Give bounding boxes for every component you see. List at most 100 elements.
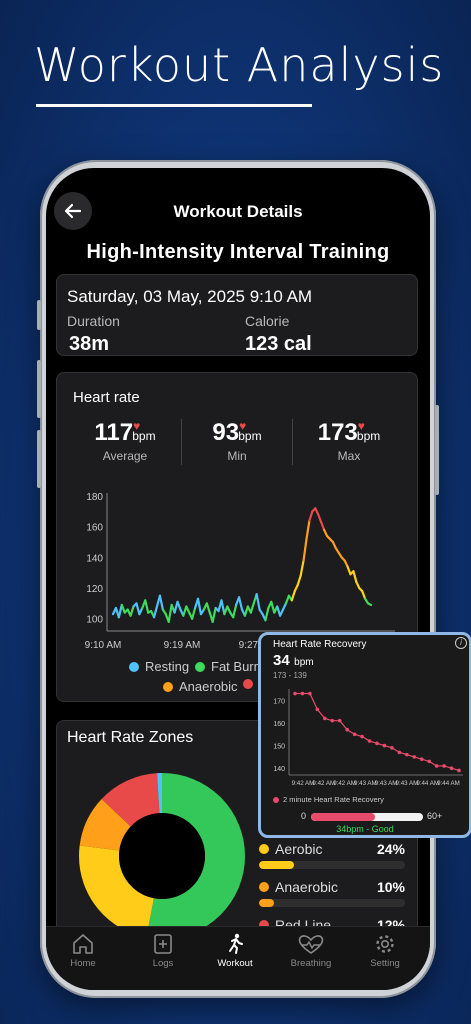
heart-rate-segment (237, 596, 244, 611)
recovery-point (405, 752, 409, 757)
legend-dot (129, 661, 139, 672)
phone-volume-down (37, 430, 41, 488)
home-icon (73, 934, 93, 954)
hr-average-stat: 117♥bpm Average (75, 419, 175, 463)
y-tick-label: 120 (86, 584, 103, 595)
y-tick-label: 100 (86, 615, 103, 626)
heart-rate-segment (176, 600, 182, 611)
recovery-legend: 2 minute Heart Rate Recovery (273, 795, 384, 804)
x-tick-label: 9:19 AM (164, 640, 201, 651)
calorie-label: Calorie (245, 313, 290, 329)
tab-home[interactable]: Home (48, 933, 118, 969)
heart-rate-segment (167, 603, 173, 623)
headline-underline (36, 104, 312, 107)
recovery-point (330, 718, 335, 723)
tab-logs[interactable]: Logs (128, 933, 198, 969)
zone-progress-bar (259, 861, 405, 869)
y-tick-label: 140 (86, 553, 103, 564)
heart-rate-segment (308, 510, 314, 522)
recovery-point (412, 755, 417, 759)
heart-rate-segment (249, 602, 255, 614)
recovery-point (419, 757, 424, 761)
heart-rate-title: Heart rate (73, 389, 140, 406)
heart-rate-segment (366, 602, 373, 607)
heart-rate-segment (232, 603, 238, 619)
heart-rate-segment (361, 590, 367, 600)
recovery-point (352, 732, 357, 737)
x-tick-label: 9:43 AM (396, 780, 419, 787)
zone-progress-fill (259, 861, 295, 869)
heart-rate-segment (129, 605, 135, 617)
recovery-point (323, 716, 327, 721)
tab-workout[interactable]: Workout (200, 933, 270, 969)
breathing-icon (298, 935, 324, 954)
recovery-value-wrap: 34 bpm (273, 652, 314, 670)
heart-rate-segment (255, 593, 261, 611)
heart-rate-segment (120, 603, 126, 614)
tab-setting[interactable]: Setting (350, 933, 420, 969)
recovery-title: Heart Rate Recovery (273, 639, 367, 650)
heart-rate-segment (196, 597, 203, 616)
legend-dot (273, 796, 279, 803)
zones-title: Heart Rate Zones (67, 729, 194, 746)
x-tick-label: 9:44 AM (416, 780, 439, 787)
hr-average-caption: Average (102, 449, 148, 463)
duration-label: Duration (67, 313, 120, 329)
workout-date: Saturday, 03 May, 2025 9:10 AM (67, 287, 313, 306)
workout-summary-card: Saturday, 03 May, 2025 9:10 AM Duration … (56, 274, 418, 356)
legend-red-line (243, 679, 259, 689)
heart-rate-segment (305, 519, 311, 541)
heart-rate-segment (220, 599, 226, 616)
recovery-point (293, 691, 297, 696)
y-tick-label: 160 (86, 523, 103, 534)
recovery-point (300, 691, 305, 696)
zone-name: Aerobic (275, 841, 323, 857)
recovery-point (345, 727, 349, 732)
heart-rate-segment (264, 606, 270, 622)
zone-dot (259, 844, 269, 854)
x-tick-label: 9:43 AM (375, 780, 398, 787)
recovery-point (360, 734, 364, 739)
recovery-point (449, 766, 454, 771)
heart-icon: ♥ (133, 419, 141, 433)
heart-rate-segment (290, 590, 296, 602)
tab-label: Setting (370, 958, 400, 969)
legend-resting: Resting (129, 659, 189, 674)
heart-rate-segment (352, 570, 358, 584)
hr-max-value: 173 (317, 419, 358, 446)
x-tick-label: 9:42 AM (333, 780, 356, 787)
heart-rate-segment (211, 606, 217, 623)
recovery-line (295, 692, 460, 772)
x-tick-label: 9:42 AM (292, 780, 315, 787)
tab-breathing[interactable]: Breathing (276, 933, 346, 969)
x-tick-label: 9:42 AM (312, 780, 335, 787)
recovery-point (375, 741, 379, 746)
y-tick-label: 150 (273, 744, 285, 751)
heart-rate-segment (158, 594, 164, 611)
recovery-scale-min: 0 (301, 811, 307, 821)
recovery-scale-max: 60+ (427, 811, 443, 821)
duration-value: 38m (69, 333, 110, 355)
x-tick-label: 9:43 AM (354, 780, 377, 787)
donut-hole (119, 813, 205, 899)
x-tick-label: 9:44 AM (437, 780, 460, 787)
running-icon (229, 933, 243, 954)
y-tick-label: 170 (273, 698, 285, 705)
screen-title: Workout Details (173, 202, 303, 221)
tab-label: Breathing (290, 958, 332, 969)
heart-icon: ♥ (357, 419, 365, 433)
zone-percent: 10% (376, 879, 405, 895)
stat-divider (181, 419, 182, 465)
phone-volume-up (37, 360, 41, 418)
hr-max-caption: Max (337, 449, 361, 463)
hr-min-value: 93 (212, 419, 240, 446)
info-icon[interactable]: i (455, 637, 467, 649)
legend-anaerobic: Anaerobic (163, 679, 238, 694)
tab-label: Logs (152, 958, 174, 969)
y-tick-label: 140 (273, 766, 285, 773)
zone-progress-bar (259, 899, 405, 907)
recovery-point (397, 750, 402, 755)
legend-dot (195, 661, 205, 672)
legend-label: Anaerobic (179, 679, 238, 694)
tab-label: Home (70, 958, 96, 969)
